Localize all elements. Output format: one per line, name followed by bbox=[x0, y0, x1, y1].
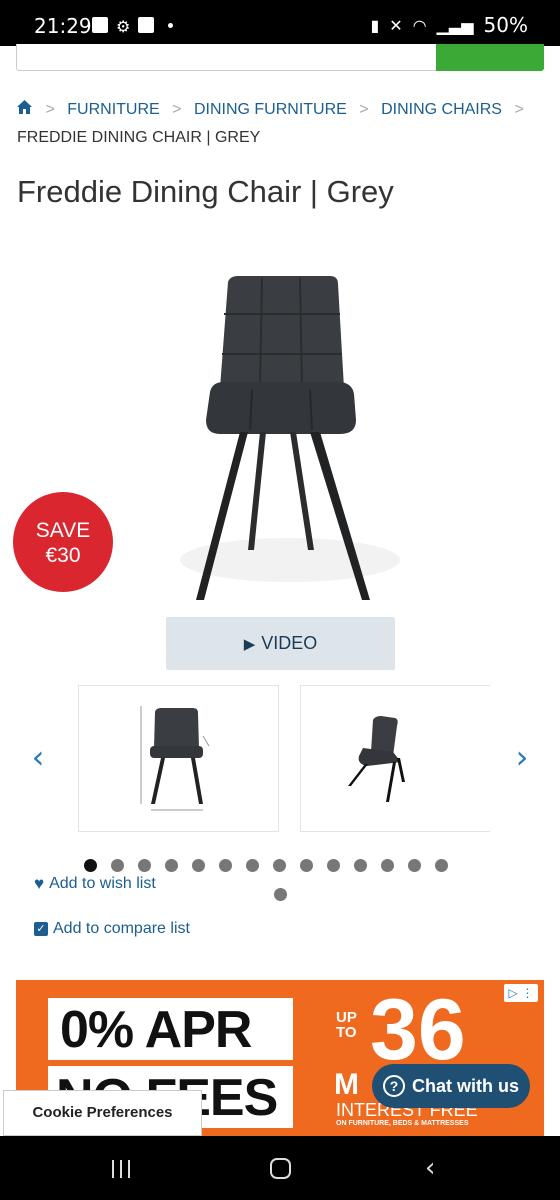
save-badge: SAVE €30 bbox=[13, 492, 113, 592]
carousel-dot[interactable] bbox=[165, 859, 178, 872]
carousel-prev-button[interactable]: ‹ bbox=[26, 740, 50, 774]
product-image[interactable] bbox=[150, 270, 410, 610]
signal-icon: ▁▃▅ bbox=[436, 15, 474, 35]
page-title: Freddie Dining Chair | Grey bbox=[17, 174, 394, 209]
carousel-dot[interactable] bbox=[408, 859, 421, 872]
carousel-dot[interactable] bbox=[138, 859, 151, 872]
ad-small-print: ON FURNITURE, BEDS & MATTRESSES bbox=[336, 1120, 469, 1127]
chat-label: Chat with us bbox=[412, 1075, 519, 1096]
carousel-dot[interactable] bbox=[273, 859, 286, 872]
gallery-icon bbox=[92, 17, 108, 33]
search-button[interactable] bbox=[436, 44, 544, 71]
play-icon: ▶ bbox=[243, 635, 256, 653]
carousel-dot[interactable] bbox=[111, 859, 124, 872]
carousel-dot[interactable] bbox=[435, 859, 448, 872]
ad-apr-text: 0% APR bbox=[60, 1001, 252, 1059]
breadcrumb-dining-chairs[interactable]: DINING CHAIRS bbox=[381, 101, 502, 118]
chevron-right-icon: > bbox=[45, 101, 55, 118]
save-badge-amount: €30 bbox=[45, 544, 81, 567]
compare-list-label: Add to compare list bbox=[53, 920, 190, 937]
save-badge-label: SAVE bbox=[35, 519, 91, 542]
ad-choices-icon[interactable]: ▷ ⋮ bbox=[504, 984, 538, 1002]
battery-saver-icon: ▮ bbox=[370, 15, 380, 35]
dot-icon bbox=[168, 23, 174, 28]
chevron-right-icon: > bbox=[172, 101, 182, 118]
settings-icon: ⚙ bbox=[116, 17, 131, 36]
home-icon[interactable] bbox=[17, 96, 33, 124]
status-bar: 21:29 ⚙ ▮ ✕ ◠ ▁▃▅ 50% bbox=[0, 0, 560, 46]
chevron-right-icon: › bbox=[515, 738, 529, 776]
ad-up-to: UP TO bbox=[336, 1009, 357, 1041]
carousel-dot[interactable] bbox=[381, 859, 394, 872]
wifi-icon: ◠ bbox=[412, 15, 427, 35]
status-left-icons: ⚙ bbox=[92, 17, 174, 36]
add-to-compare-list-link[interactable]: ✓ Add to compare list bbox=[34, 920, 190, 938]
cookie-preferences-button[interactable]: Cookie Preferences bbox=[3, 1090, 202, 1136]
breadcrumb-dining-furniture[interactable]: DINING FURNITURE bbox=[194, 101, 347, 118]
navigation-bar: ‹ bbox=[0, 1136, 560, 1200]
check-icon bbox=[138, 17, 155, 33]
video-label: VIDEO bbox=[261, 633, 318, 653]
breadcrumb-furniture[interactable]: FURNITURE bbox=[67, 101, 159, 118]
carousel-dot[interactable] bbox=[354, 859, 367, 872]
search-input[interactable] bbox=[16, 44, 544, 71]
breadcrumb-current: FREDDIE DINING CHAIR | GREY bbox=[17, 129, 261, 146]
heart-icon: ♥ bbox=[34, 874, 45, 893]
checkbox-icon: ✓ bbox=[34, 922, 48, 936]
status-time: 21:29 bbox=[34, 14, 92, 38]
back-icon[interactable]: ‹ bbox=[425, 1153, 435, 1183]
status-right: ▮ ✕ ◠ ▁▃▅ 50% bbox=[370, 13, 528, 37]
home-button-icon[interactable] bbox=[270, 1158, 291, 1179]
chevron-right-icon: > bbox=[514, 101, 524, 118]
help-icon: ? bbox=[383, 1075, 405, 1097]
carousel-dot[interactable] bbox=[219, 859, 232, 872]
add-to-wish-list-link[interactable]: ♥ Add to wish list bbox=[34, 874, 156, 894]
thumbnail-dimensions[interactable] bbox=[78, 685, 279, 832]
breadcrumb: > FURNITURE > DINING FURNITURE > DINING … bbox=[17, 96, 537, 152]
carousel-dot[interactable] bbox=[300, 859, 313, 872]
recent-apps-icon[interactable] bbox=[112, 1160, 138, 1178]
thumbnail-angle[interactable] bbox=[300, 685, 490, 832]
wish-list-label: Add to wish list bbox=[49, 875, 156, 892]
chat-button[interactable]: ? Chat with us bbox=[372, 1064, 530, 1108]
battery-percent: 50% bbox=[483, 13, 528, 37]
chevron-right-icon: > bbox=[359, 101, 369, 118]
carousel-dot[interactable] bbox=[192, 859, 205, 872]
video-button[interactable]: ▶ VIDEO bbox=[166, 617, 395, 670]
carousel-dot[interactable] bbox=[274, 888, 287, 901]
chevron-left-icon: ‹ bbox=[31, 738, 45, 776]
carousel-dot[interactable] bbox=[84, 859, 97, 872]
ad-months: M bbox=[334, 1068, 359, 1101]
carousel-next-button[interactable]: › bbox=[510, 740, 534, 774]
carousel-dot[interactable] bbox=[246, 859, 259, 872]
carousel-dot[interactable] bbox=[327, 859, 340, 872]
mute-icon: ✕ bbox=[389, 15, 403, 35]
